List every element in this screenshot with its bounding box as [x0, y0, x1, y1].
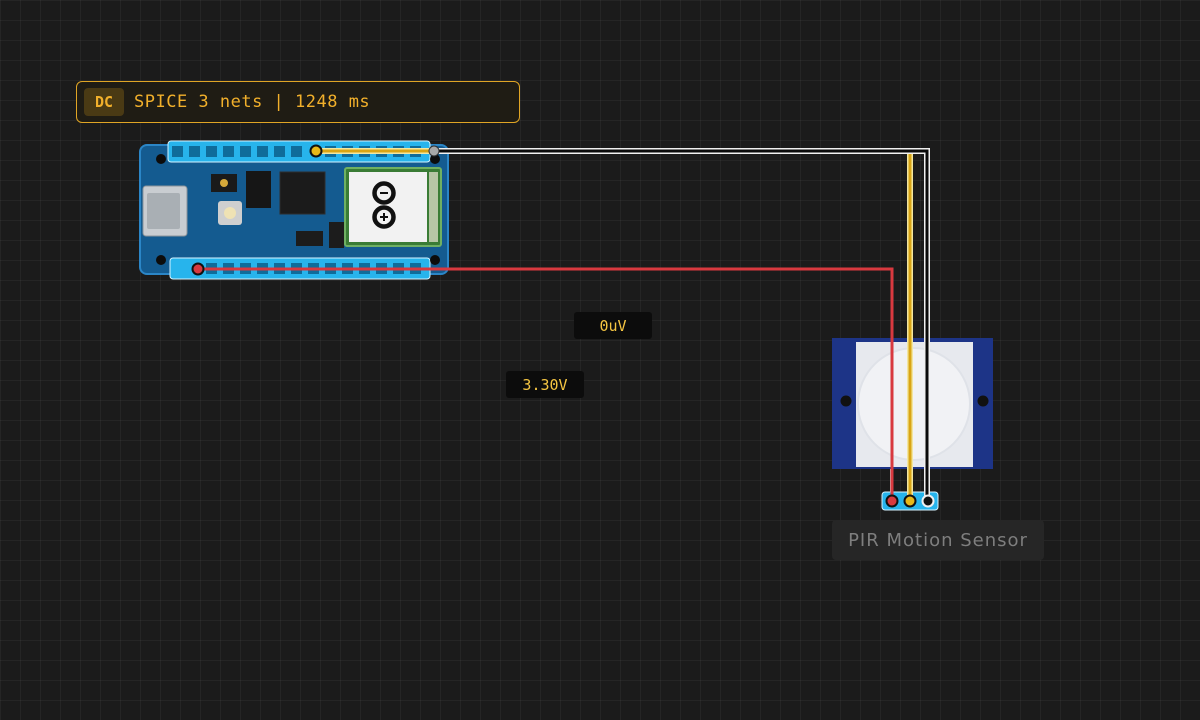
arduino-board[interactable]	[139, 140, 449, 280]
mounting-hole	[156, 255, 166, 265]
wireless-module	[344, 167, 442, 247]
chip-tiny	[329, 222, 344, 248]
pir-pin-gnd[interactable]	[921, 494, 935, 508]
microcontroller-chip	[279, 171, 326, 215]
pir-pin-out[interactable]	[903, 494, 917, 508]
mounting-hole	[977, 395, 989, 407]
board-pin-power-endpoint[interactable]	[191, 262, 205, 276]
board-pin-signal-endpoint[interactable]	[309, 144, 323, 158]
mounting-hole	[430, 255, 440, 265]
pir-pin-vcc[interactable]	[885, 494, 899, 508]
chip-small	[246, 171, 271, 208]
mounting-hole	[156, 154, 166, 164]
board-pin-ground-endpoint[interactable]	[428, 145, 440, 157]
usb-connector	[142, 185, 188, 237]
voltage-probe-label[interactable]: 0uV	[574, 312, 652, 339]
pir-sensor-label[interactable]: PIR Motion Sensor	[832, 520, 1044, 560]
mounting-hole	[840, 395, 852, 407]
pir-lens	[857, 347, 971, 461]
chip-tiny	[296, 231, 323, 246]
voltage-probe-label[interactable]: 3.30V	[506, 371, 584, 398]
schematic-canvas[interactable]	[0, 0, 1200, 720]
